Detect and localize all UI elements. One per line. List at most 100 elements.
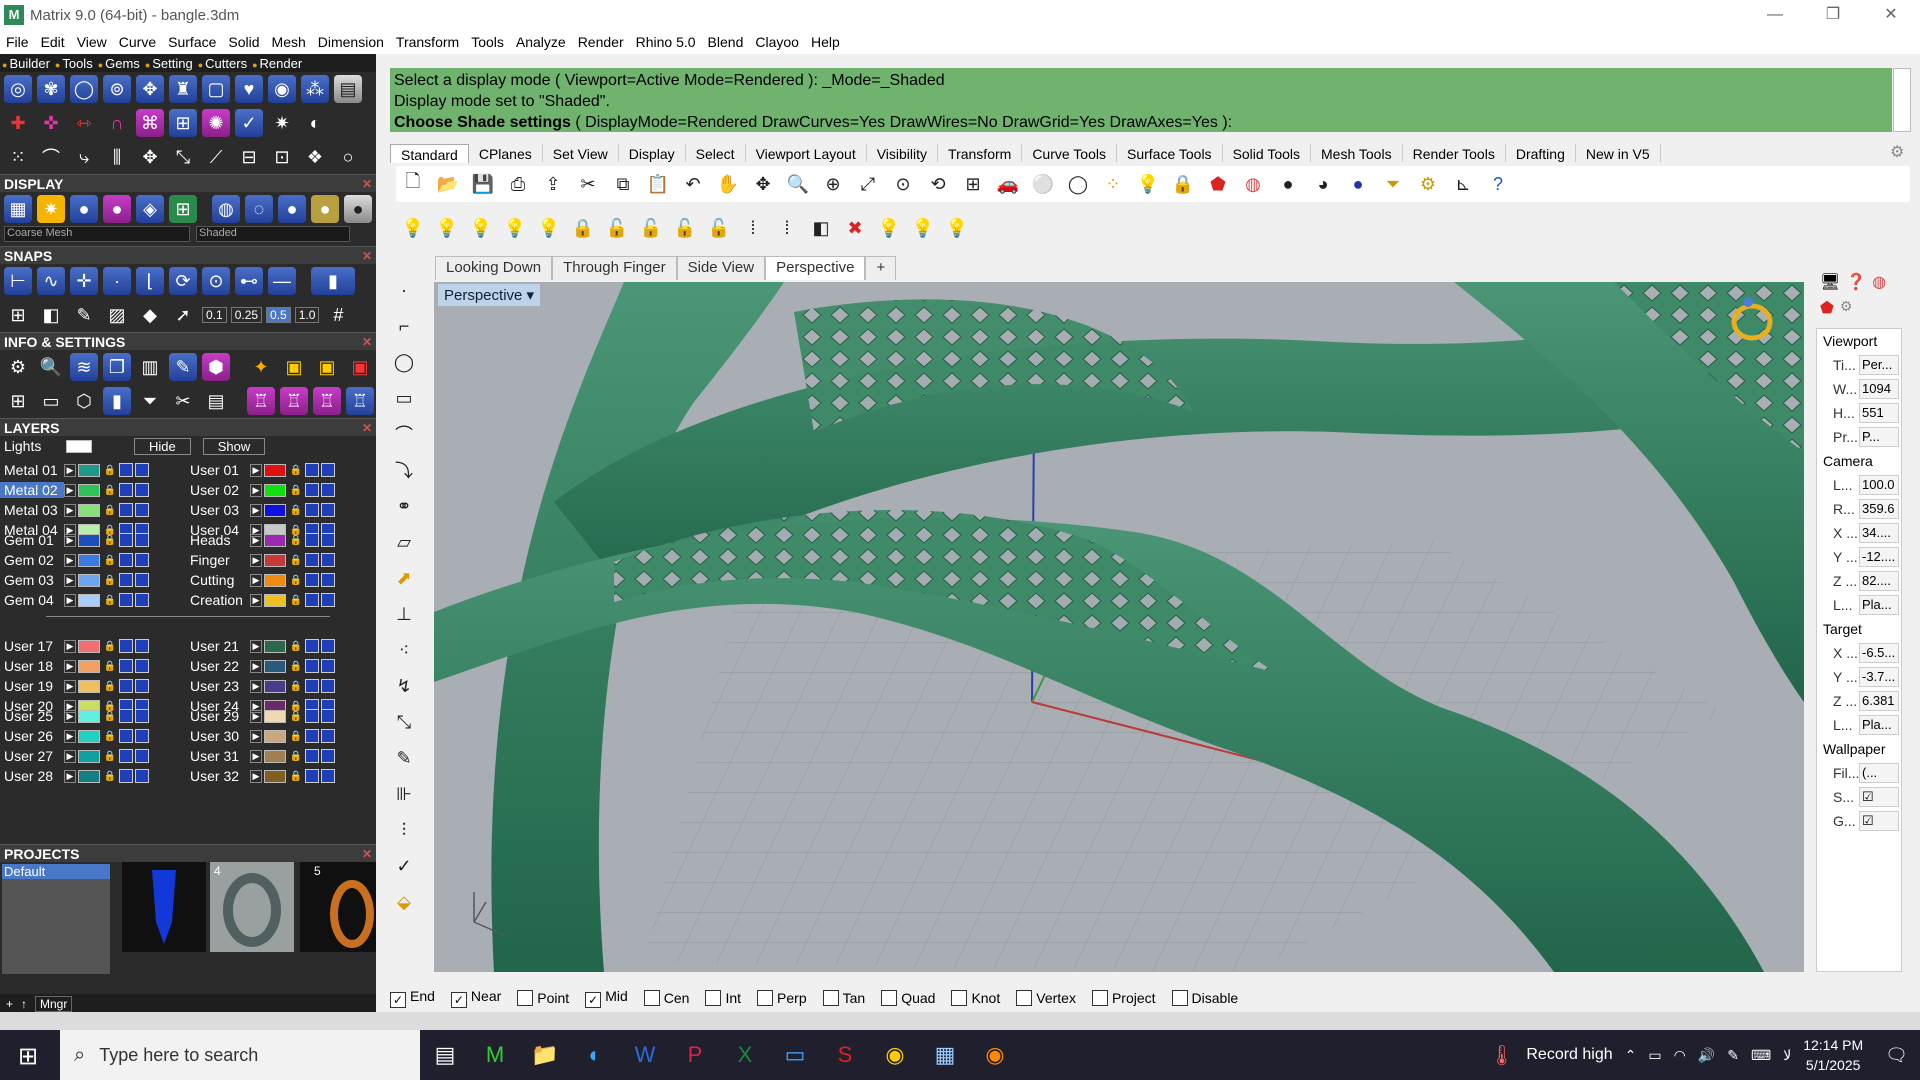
layer-expand-icon[interactable]: ▶	[64, 659, 76, 673]
render-mode-icon[interactable]: ◍	[212, 195, 240, 223]
matrix-taskbar-icon[interactable]: M	[470, 1030, 520, 1080]
layer-visible-toggle[interactable]	[119, 679, 133, 693]
layer-row[interactable]: Gem 04 ▶ 🔒	[0, 590, 150, 610]
prop-value[interactable]: Pla...	[1859, 595, 1899, 615]
layer-lock-icon[interactable]: 🔒	[102, 731, 118, 742]
layer-visible-toggle[interactable]	[119, 769, 133, 783]
fillet-icon[interactable]: ⤵	[390, 456, 418, 484]
layer-visible-toggle[interactable]	[305, 679, 319, 693]
layer-row[interactable]: User 02 ▶ 🔒	[186, 480, 336, 500]
layer-lock-icon[interactable]: 🔒	[288, 641, 304, 652]
layer-visible-toggle[interactable]	[305, 709, 319, 723]
viewport-tab-through-finger[interactable]: Through Finger	[552, 256, 677, 280]
layer-expand-icon[interactable]: ▶	[250, 709, 262, 723]
layer-visible-toggle[interactable]	[119, 709, 133, 723]
monitor-icon[interactable]: ▭	[37, 387, 65, 415]
prop-value[interactable]: 1094	[1859, 379, 1899, 399]
layer-row[interactable]: User 21 ▶ 🔒	[186, 636, 336, 656]
snap-value[interactable]: 0.5	[266, 307, 291, 323]
keyboard-icon[interactable]: ⌨	[1751, 1047, 1771, 1064]
snap-rotate-icon[interactable]: ⟳	[169, 267, 197, 295]
viewport-tab-looking-down[interactable]: Looking Down	[435, 256, 553, 280]
osnap-project[interactable]: Project	[1091, 987, 1156, 1006]
layer-row[interactable]: User 31 ▶ 🔒	[186, 746, 336, 766]
layer-color-swatch[interactable]	[264, 709, 286, 723]
osnap-checkbox[interactable]	[705, 989, 722, 1006]
menu-clayoo[interactable]: Clayoo	[755, 34, 799, 50]
file-explorer-icon[interactable]: 📁	[520, 1030, 570, 1080]
layer-row[interactable]: Finger ▶ 🔒	[186, 550, 336, 570]
osnap-point[interactable]: Point	[517, 987, 569, 1006]
prop-value[interactable]: ☑	[1859, 787, 1899, 807]
bulb-on-icon[interactable]: 💡	[400, 215, 426, 241]
split-icon[interactable]: ⇿	[70, 109, 98, 137]
layer-select-toggle[interactable]	[321, 553, 335, 567]
layer-visible-toggle[interactable]	[119, 503, 133, 517]
paste-icon[interactable]: 📋	[645, 171, 671, 197]
layer-row[interactable]: User 27 ▶ 🔒	[0, 746, 150, 766]
layer-select-toggle[interactable]	[135, 593, 149, 607]
osnap-mid[interactable]: ✓ Mid	[585, 988, 628, 1008]
layer-expand-icon[interactable]: ▶	[64, 573, 76, 587]
layer-visible-toggle[interactable]	[305, 503, 319, 517]
layer-select-toggle[interactable]	[135, 659, 149, 673]
layer-select-toggle[interactable]	[321, 533, 335, 547]
snap-arrow-icon[interactable]: ➚	[169, 301, 197, 329]
tab-surface-tools[interactable]: Surface Tools	[1117, 144, 1223, 162]
layer-expand-icon[interactable]: ▶	[64, 769, 76, 783]
layer-lock-icon[interactable]: 🔒	[288, 465, 304, 476]
layer-name[interactable]: Heads	[186, 532, 250, 548]
menu-rhino-5-0[interactable]: Rhino 5.0	[636, 34, 696, 50]
maximize-button[interactable]: ❐	[1804, 0, 1862, 30]
zoom-window-icon[interactable]: ⊕	[820, 171, 846, 197]
volume-icon[interactable]: 🔊	[1698, 1047, 1715, 1064]
layer-color-swatch[interactable]	[264, 533, 286, 547]
show-hidden-icons[interactable]: ⌃	[1625, 1047, 1637, 1064]
layer-visible-toggle[interactable]	[119, 729, 133, 743]
help-icon[interactable]: ?	[1485, 171, 1511, 197]
prop-value[interactable]: 82....	[1859, 571, 1899, 591]
profile-icon[interactable]: ⫼	[103, 143, 131, 171]
layer-visible-toggle[interactable]	[305, 483, 319, 497]
clock[interactable]: 12:14 PM 5/1/2025	[1803, 1035, 1863, 1075]
layer-row[interactable]: User 25 ▶ 🔒	[0, 706, 150, 726]
matrix-tab-gems[interactable]: Gems	[98, 56, 140, 71]
layer-color-swatch[interactable]	[78, 553, 100, 567]
layer-color-swatch[interactable]	[264, 483, 286, 497]
layer-color-swatch[interactable]	[78, 679, 100, 693]
layer-visible-toggle[interactable]	[119, 463, 133, 477]
layer-lock-icon[interactable]: 🔒	[102, 661, 118, 672]
material-tab-icon[interactable]: ◍	[1872, 272, 1886, 292]
layer-lock-icon[interactable]: 🔒	[288, 595, 304, 606]
light-mode-icon[interactable]: ✷	[37, 195, 65, 223]
polyline-icon[interactable]: ⌐	[390, 312, 418, 340]
layer-color-swatch[interactable]	[78, 573, 100, 587]
color-wheel-icon[interactable]: ◍	[1240, 171, 1266, 197]
bulb-icon[interactable]: 💡	[1135, 171, 1161, 197]
silver-mode-icon[interactable]: ●	[344, 195, 372, 223]
layer-visible-toggle[interactable]	[305, 769, 319, 783]
layer-lock-icon[interactable]: 🔒	[102, 771, 118, 782]
array-icon[interactable]: ✜	[37, 109, 65, 137]
layer-row[interactable]: Cutting ▶ 🔒	[186, 570, 336, 590]
snap-grid-icon[interactable]: ⊢	[4, 267, 32, 295]
layer-expand-icon[interactable]: ▶	[250, 639, 262, 653]
layer-expand-icon[interactable]: ▶	[250, 769, 262, 783]
menu-transform[interactable]: Transform	[396, 34, 459, 50]
layer-name[interactable]: User 17	[0, 638, 64, 654]
curve-draw-icon[interactable]: ⌒	[390, 420, 418, 448]
cluster-icon[interactable]: ⁖	[390, 636, 418, 664]
layer-name[interactable]: Finger	[186, 552, 250, 568]
layer-expand-icon[interactable]: ▶	[250, 749, 262, 763]
tab-display[interactable]: Display	[619, 144, 686, 162]
matrix-tab-builder[interactable]: Builder	[2, 56, 49, 71]
layer-name[interactable]: User 30	[186, 728, 250, 744]
print-icon[interactable]: ⎙	[505, 171, 531, 197]
perspective-viewport[interactable]	[434, 282, 1804, 972]
tab-new-in-v5[interactable]: New in V5	[1576, 144, 1661, 162]
car-icon[interactable]: 🚗	[995, 171, 1021, 197]
sphere-blue-icon[interactable]: ●	[70, 195, 98, 223]
menu-dimension[interactable]: Dimension	[318, 34, 384, 50]
prop-value[interactable]: P...	[1859, 427, 1899, 447]
cluster-icon[interactable]: ⁙	[4, 143, 32, 171]
